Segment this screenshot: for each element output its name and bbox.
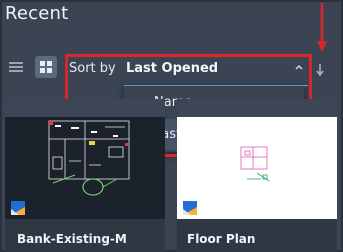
sort-by-label: Sort by	[69, 61, 116, 76]
sort-direction-icon[interactable]	[315, 62, 325, 78]
list-view-icon[interactable]	[9, 61, 23, 73]
card-header-strip	[177, 99, 337, 117]
chevron-up-icon[interactable]	[294, 62, 304, 72]
file-name: Bank-Existing-M	[17, 232, 127, 246]
drawing-thumbnail	[5, 117, 165, 219]
autocad-file-icon	[183, 201, 197, 215]
grid-view-icon[interactable]	[35, 56, 57, 78]
file-card[interactable]: Bank-Existing-M	[5, 99, 165, 252]
file-name: Floor Plan	[187, 232, 256, 246]
card-header-strip	[5, 99, 165, 117]
page-title: Recent	[5, 3, 69, 24]
drawing-thumbnail	[177, 117, 337, 219]
autocad-file-icon	[11, 201, 25, 215]
file-card[interactable]: Floor Plan	[177, 99, 337, 252]
sort-select[interactable]: Last Opened	[126, 61, 218, 76]
annotation-arrow-icon	[317, 3, 327, 52]
